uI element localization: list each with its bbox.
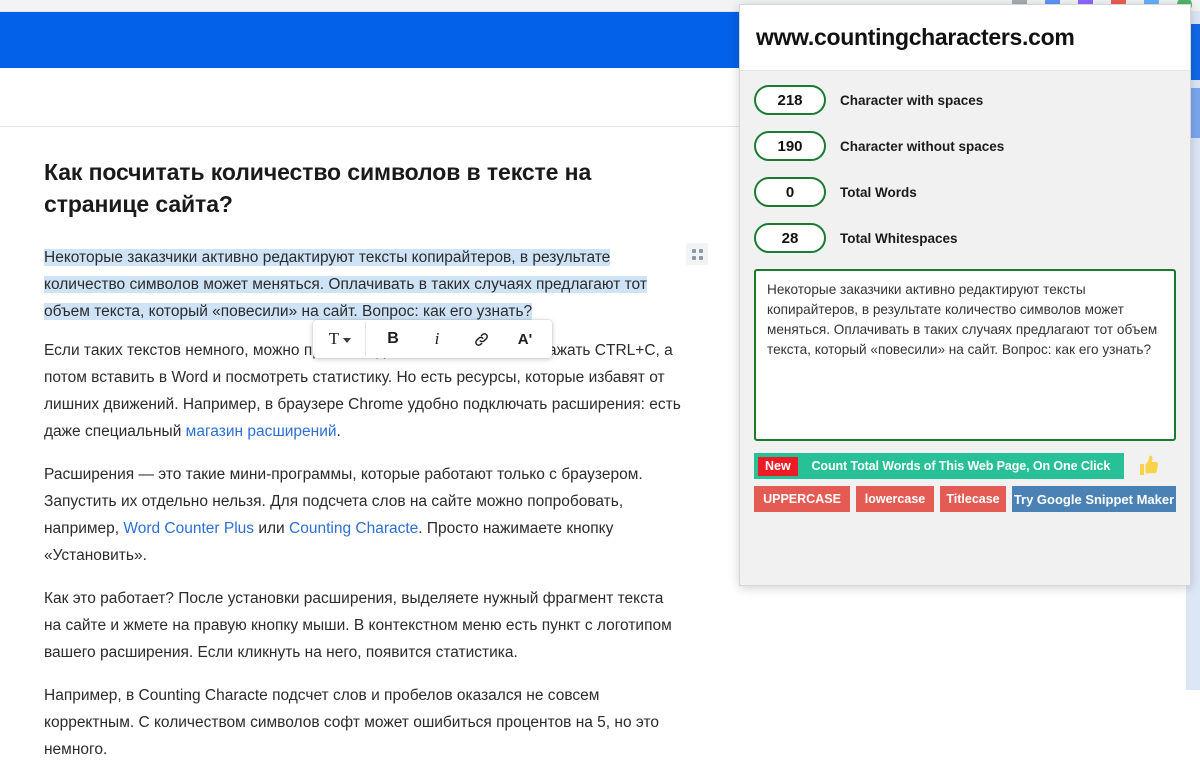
text-input-area[interactable]: [754, 269, 1176, 441]
format-toolbar-group-style: T: [313, 320, 365, 358]
drag-dot: [699, 256, 703, 260]
paragraph-4: Как это работает? После установки расшир…: [44, 585, 684, 666]
bold-button[interactable]: B: [366, 320, 415, 358]
google-snippet-maker-button[interactable]: Try Google Snippet Maker: [1012, 486, 1176, 512]
link-extension-store[interactable]: магазин расширений: [186, 423, 337, 440]
text-selection-highlight: Некоторые заказчики активно редактируют …: [44, 249, 647, 320]
paragraph-3-conj: или: [254, 520, 289, 537]
stat-row-total-whitespaces: 28 Total Whitespaces: [754, 223, 1176, 253]
paragraph-3: Расширения — это такие мини-программы, к…: [44, 461, 684, 569]
thumbs-up-glyph: [1134, 454, 1160, 478]
text-style-button[interactable]: T: [313, 320, 365, 358]
highlight-button[interactable]: A': [503, 320, 552, 358]
count-web-page-words-button[interactable]: New Count Total Words of This Web Page, …: [754, 453, 1124, 479]
stat-label-characters-with-spaces: Character with spaces: [840, 93, 983, 108]
titlecase-button[interactable]: Titlecase: [940, 486, 1006, 512]
stat-label-total-words: Total Words: [840, 185, 917, 200]
drag-dot: [699, 249, 703, 253]
stat-value-total-whitespaces: 28: [754, 223, 826, 253]
paragraph-5: Например, в Counting Characte подсчет сл…: [44, 682, 684, 763]
selected-paragraph: Некоторые заказчики активно редактируют …: [44, 244, 684, 325]
link-counting-characte[interactable]: Counting Characte: [289, 520, 418, 537]
drag-handle-icon[interactable]: [686, 243, 708, 265]
uppercase-button[interactable]: UPPERCASE: [754, 486, 850, 512]
link-button[interactable]: [459, 320, 503, 358]
count-web-page-words-label: Count Total Words of This Web Page, On O…: [798, 459, 1124, 473]
stat-row-characters-with-spaces: 218 Character with spaces: [754, 85, 1176, 115]
format-toolbar-group-marks: B i A': [366, 320, 552, 358]
stat-value-characters-with-spaces: 218: [754, 85, 826, 115]
drag-dot: [692, 256, 696, 260]
stat-row-total-words: 0 Total Words: [754, 177, 1176, 207]
stat-label-total-whitespaces: Total Whitespaces: [840, 231, 958, 246]
paragraph-2-tail: .: [337, 423, 341, 440]
link-icon: [473, 331, 490, 348]
popup-promo-row: New Count Total Words of This Web Page, …: [754, 453, 1176, 479]
stat-value-total-words: 0: [754, 177, 826, 207]
stat-row-characters-without-spaces: 190 Character without spaces: [754, 131, 1176, 161]
italic-button[interactable]: i: [415, 320, 459, 358]
floating-format-toolbar[interactable]: T B i A': [313, 320, 552, 358]
popup-title: www.countingcharacters.com: [756, 24, 1075, 51]
chevron-down-icon: [343, 338, 351, 343]
popup-case-buttons-row: UPPERCASE lowercase Titlecase Try Google…: [754, 486, 1176, 512]
text-style-label: T: [329, 329, 339, 349]
popup-header: www.countingcharacters.com: [740, 5, 1190, 71]
stat-value-characters-without-spaces: 190: [754, 131, 826, 161]
thumbs-up-icon[interactable]: [1130, 453, 1164, 479]
popup-body: 218 Character with spaces 190 Character …: [740, 71, 1190, 526]
drag-dot: [692, 249, 696, 253]
page-title: Как посчитать количество символов в текс…: [44, 156, 684, 220]
lowercase-button[interactable]: lowercase: [856, 486, 934, 512]
popup-action-buttons: New Count Total Words of This Web Page, …: [754, 453, 1176, 526]
extension-popup: www.countingcharacters.com 218 Character…: [739, 4, 1191, 586]
link-word-counter-plus[interactable]: Word Counter Plus: [123, 520, 254, 537]
new-badge: New: [758, 457, 798, 476]
stat-label-characters-without-spaces: Character without spaces: [840, 139, 1004, 154]
